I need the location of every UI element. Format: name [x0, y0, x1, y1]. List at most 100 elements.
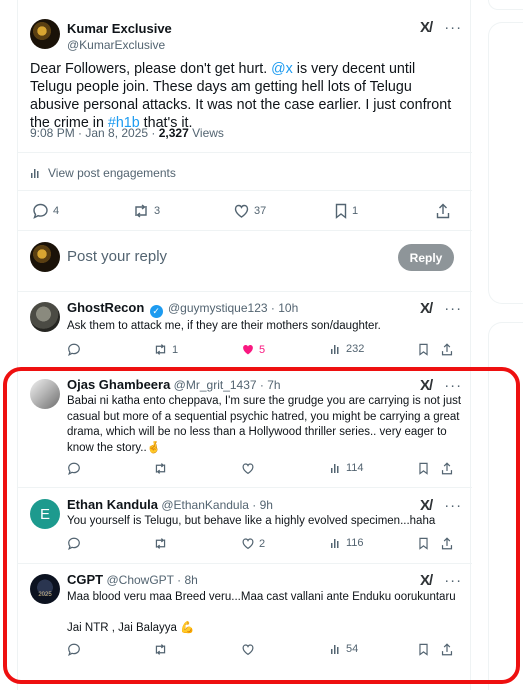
reply-button[interactable] — [67, 462, 81, 475]
sidebar-card — [488, 0, 523, 10]
post-thread: Kumar Exclusive @KumarExclusive X/ ··· D… — [17, 0, 472, 690]
reply-author-name[interactable]: GhostRecon — [67, 300, 144, 315]
reply-button[interactable]: 4 — [32, 203, 59, 219]
reply-author-name[interactable]: Ethan Kandula — [67, 497, 158, 512]
views-button[interactable]: 232 — [330, 343, 364, 355]
bookmark-icon — [419, 462, 428, 475]
author-name[interactable]: Kumar Exclusive — [67, 21, 172, 37]
sidebar-fragment — [488, 0, 523, 690]
repost-button[interactable] — [153, 643, 168, 656]
bookmark-button[interactable] — [418, 643, 429, 656]
mention-link[interactable]: @x — [271, 61, 293, 77]
share-icon — [441, 462, 453, 475]
reply-icon — [68, 643, 80, 656]
views-button[interactable]: 114 — [330, 462, 364, 474]
share-icon — [441, 537, 453, 550]
reply-icon — [33, 203, 48, 219]
more-icon[interactable]: ··· — [444, 572, 462, 589]
grok-icon[interactable]: X/ — [420, 572, 433, 589]
reply-icon — [68, 343, 80, 356]
reply-author-name[interactable]: Ojas Ghambeera — [67, 377, 170, 392]
views-icon — [331, 539, 339, 548]
grok-icon[interactable]: X/ — [420, 300, 433, 317]
reply-item[interactable]: 2025 CGPT @ChowGPT · 8h X/ ··· Maa blood… — [18, 572, 472, 662]
grok-icon[interactable]: X/ — [420, 497, 433, 514]
reply-button[interactable] — [67, 643, 81, 656]
heart-icon — [243, 345, 253, 355]
repost-icon — [155, 463, 166, 474]
views-icon — [331, 345, 339, 354]
repost-button[interactable]: 3 — [132, 203, 160, 219]
bookmark-button[interactable] — [418, 462, 429, 475]
grok-icon[interactable]: X/ — [420, 377, 433, 394]
share-button[interactable] — [441, 343, 453, 356]
avatar[interactable] — [30, 302, 60, 332]
views-button[interactable]: 116 — [330, 537, 364, 549]
bookmark-icon — [335, 203, 347, 219]
views-count: 2,327 — [158, 126, 189, 140]
share-button[interactable] — [441, 537, 453, 550]
heart-icon — [242, 538, 254, 550]
repost-button[interactable] — [153, 537, 168, 550]
avatar[interactable] — [30, 379, 60, 409]
views-button[interactable]: 54 — [330, 643, 358, 655]
repost-button[interactable]: 1 — [153, 343, 178, 356]
reply-submit-button[interactable]: Reply — [398, 244, 454, 271]
reply-text: Maa blood veru maa Breed veru...Maa cast… — [67, 590, 462, 636]
verified-badge-icon: ✓ — [149, 305, 163, 318]
share-button[interactable] — [441, 643, 453, 656]
post-time[interactable]: 9:08 PM · Jan 8, 2025 · — [30, 126, 159, 140]
grok-icon[interactable]: X/ — [420, 19, 433, 36]
share-icon — [441, 343, 453, 356]
composer-avatar — [30, 242, 60, 272]
share-icon — [436, 203, 450, 219]
repost-icon — [155, 344, 166, 355]
repost-icon — [135, 204, 147, 218]
reply-composer: Post your reply Reply — [18, 232, 472, 290]
bookmark-button[interactable]: 1 — [334, 203, 358, 219]
reply-text: You yourself is Telugu, but behave like … — [67, 515, 436, 527]
reply-text: Babai ni katha ento cheppava, I'm sure t… — [67, 395, 462, 454]
repost-button[interactable] — [153, 462, 168, 475]
author-handle[interactable]: @KumarExclusive — [67, 37, 172, 53]
bookmark-button[interactable] — [418, 343, 429, 356]
reply-item[interactable]: GhostRecon ✓ @guymystique123 · 10h X/ ··… — [18, 300, 472, 366]
like-button[interactable]: 37 — [233, 203, 266, 219]
reply-author-name[interactable]: CGPT — [67, 572, 103, 587]
views-icon — [331, 464, 339, 473]
bookmark-icon — [419, 537, 428, 550]
share-button[interactable] — [441, 462, 453, 475]
like-button[interactable] — [241, 643, 255, 656]
reply-text-line: Jai NTR , Jai Balayya 💪 — [67, 621, 195, 634]
views-icon — [331, 645, 339, 654]
reply-author-handle[interactable]: @guymystique123 · 10h — [168, 301, 298, 315]
like-button[interactable]: 2 — [241, 537, 265, 550]
reply-item[interactable]: Ojas Ghambeera @Mr_grit_1437 · 7h X/ ···… — [18, 377, 472, 483]
reply-text: Ask them to attack me, if they are their… — [67, 320, 381, 332]
more-icon[interactable]: ··· — [444, 300, 462, 317]
heart-icon — [242, 644, 254, 656]
reply-input[interactable]: Post your reply — [67, 248, 167, 265]
reply-author-handle[interactable]: @Mr_grit_1437 · 7h — [174, 378, 281, 392]
reply-icon — [68, 462, 80, 475]
heart-icon — [242, 463, 254, 475]
view-engagements-link[interactable]: View post engagements — [30, 166, 176, 180]
like-button[interactable] — [241, 462, 255, 475]
reply-author-handle[interactable]: @ChowGPT · 8h — [106, 573, 197, 587]
more-icon[interactable]: ··· — [444, 497, 462, 514]
avatar[interactable] — [30, 19, 60, 49]
reply-item[interactable]: E Ethan Kandula @EthanKandula · 9h X/ ··… — [18, 497, 472, 559]
reply-button[interactable] — [67, 343, 85, 356]
reply-author-handle[interactable]: @EthanKandula · 9h — [161, 498, 273, 512]
avatar[interactable]: 2025 — [30, 574, 60, 604]
share-button[interactable] — [436, 203, 450, 219]
sidebar-card — [488, 22, 523, 304]
reply-text-line: Maa blood veru maa Breed veru...Maa cast… — [67, 591, 456, 603]
avatar[interactable]: E — [30, 499, 60, 529]
like-button[interactable]: 5 — [241, 343, 265, 356]
reply-button[interactable] — [67, 537, 81, 550]
bookmark-button[interactable] — [418, 537, 429, 550]
analytics-icon — [31, 169, 39, 178]
more-icon[interactable]: ··· — [444, 377, 462, 394]
more-icon[interactable]: ··· — [444, 19, 462, 36]
